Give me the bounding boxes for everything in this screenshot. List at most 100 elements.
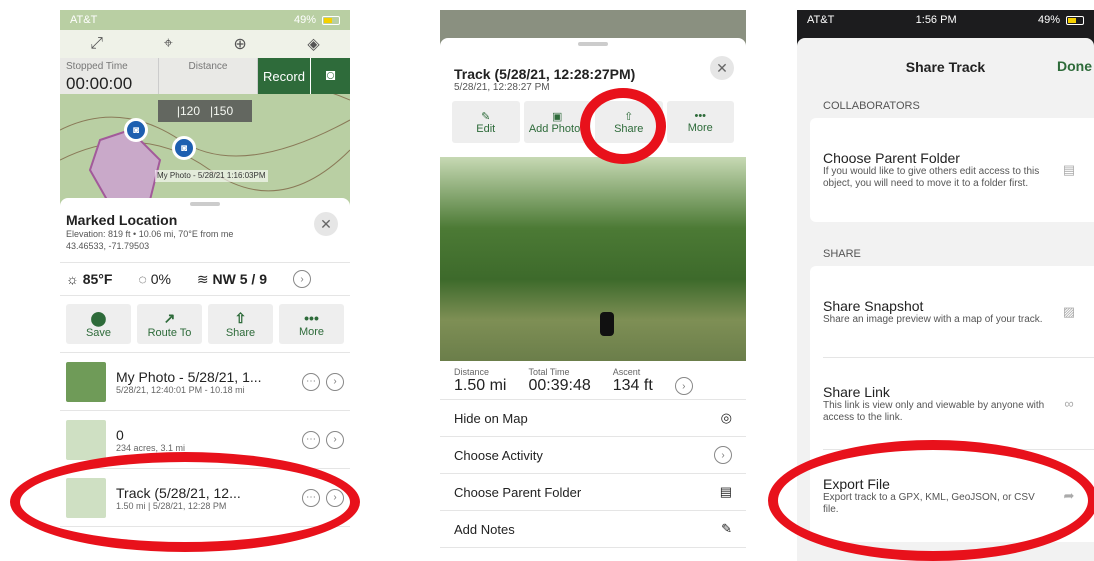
tracking-stats: Stopped Time 00:00:00 Distance Record ◙ xyxy=(60,58,350,94)
camera-button[interactable]: ◙ xyxy=(310,58,350,94)
distance-stat: Distance 1.50 mi xyxy=(454,367,506,395)
track-sheet: Track (5/28/21, 12:28:27PM) 5/28/21, 12:… xyxy=(440,38,746,561)
sheet-grabber[interactable] xyxy=(190,202,220,206)
scale-tick: |150 xyxy=(210,104,234,118)
action-label: More xyxy=(298,326,325,338)
temperature: ☼ 85°F xyxy=(66,271,113,287)
row-label: Hide on Map xyxy=(454,410,528,426)
weather-row[interactable]: ☼ 85°F ◌ 0% ≋ NW 5 / 9 › xyxy=(60,262,350,296)
hide-on-map-row[interactable]: Hide on Map ◎ xyxy=(440,400,746,437)
stat-label: Ascent xyxy=(612,367,641,377)
item-title: 0 xyxy=(116,426,124,443)
status-bar: AT&T 1:56 PM 49% xyxy=(797,10,1094,30)
page-title: Share Track xyxy=(905,59,986,75)
share-section-header: SHARE xyxy=(823,248,861,260)
option-desc: This link is view only and viewable by a… xyxy=(823,399,1045,423)
chevron-right-icon[interactable]: › xyxy=(326,488,344,507)
item-subtitle: 234 acres, 3.1 mi xyxy=(116,442,186,453)
photo-thumbnail xyxy=(66,361,106,402)
share-icon: ⇧ xyxy=(234,309,247,326)
ascent-stat: Ascent 134 ft xyxy=(613,367,653,395)
list-item[interactable]: Track (5/28/21, 12... 1.50 mi | 5/28/21, … xyxy=(60,469,350,527)
share-snapshot-option[interactable]: Share Snapshot Share an image preview wit… xyxy=(823,266,1094,358)
option-title: Choose Parent Folder xyxy=(823,150,960,166)
stat-label: Distance xyxy=(188,61,228,72)
share-link-option[interactable]: Share Link This link is view only and vie… xyxy=(823,358,1094,450)
stat-label: Stopped Time xyxy=(66,61,128,72)
area-thumbnail xyxy=(66,419,106,460)
add-notes-row[interactable]: Add Notes ✎ xyxy=(440,511,746,548)
list-item[interactable]: 0 234 acres, 3.1 mi ⋯ › xyxy=(60,411,350,469)
sheet-grabber[interactable] xyxy=(578,42,608,46)
battery-label: 49% xyxy=(1037,14,1060,26)
clock: 1:56 PM xyxy=(915,14,957,26)
screen-track-detail: Track (5/28/21, 12:28:27PM) 5/28/21, 12:… xyxy=(440,10,746,561)
more-button[interactable]: ••• More xyxy=(666,101,734,143)
close-icon[interactable]: ✕ xyxy=(314,212,338,236)
eye-icon: ◎ xyxy=(720,410,732,425)
battery-icon xyxy=(322,15,340,25)
option-title: Share Link xyxy=(823,383,890,400)
folder-icon: ▤ xyxy=(719,484,732,499)
screen-marked-location: AT&T 49% ⤢ ⌖ ⊕ ◈ Stopped Time 00:00:00 D… xyxy=(60,10,350,561)
action-label: Share xyxy=(225,326,256,339)
track-stats: Distance 1.50 mi Total Time 00:39:48 Ascen… xyxy=(440,361,746,400)
collaborators-group: Choose Parent Folder If you would like to… xyxy=(810,118,1094,222)
action-label: Save xyxy=(85,326,112,339)
record-button[interactable]: Record xyxy=(258,58,310,94)
stat-label: Distance xyxy=(454,367,490,377)
action-label: Add Photos xyxy=(528,122,586,135)
total-time-stat: Total Time 00:39:48 xyxy=(528,367,590,395)
row-label: Choose Parent Folder xyxy=(454,484,582,500)
choose-activity-row[interactable]: Choose Activity › xyxy=(440,437,746,474)
add-photos-button[interactable]: ▣ Add Photos xyxy=(523,101,591,143)
track-photo[interactable] xyxy=(440,157,746,361)
choose-parent-folder-row[interactable]: Choose Parent Folder ▤ xyxy=(440,474,746,511)
photo-pin-icon[interactable]: ◙ xyxy=(172,136,196,160)
close-icon[interactable]: ✕ xyxy=(710,56,734,80)
list-item[interactable]: My Photo - 5/28/21, 1... 5/28/21, 12:40:0… xyxy=(60,353,350,411)
chevron-right-icon[interactable]: › xyxy=(326,372,344,391)
map-toolbar: ⤢ ⌖ ⊕ ◈ xyxy=(60,30,350,58)
choose-parent-folder-option[interactable]: Choose Parent Folder If you would like to… xyxy=(823,118,1094,222)
location-actions: ⬤ Save ↗ Route To ⇧ Share ••• More xyxy=(60,296,350,353)
precipitation: ◌ 0% xyxy=(138,271,171,287)
ellipsis-icon[interactable]: ⋯ xyxy=(302,488,320,507)
done-button[interactable]: Done xyxy=(1057,58,1092,74)
action-label: Share xyxy=(614,122,644,135)
option-desc: If you would like to give others edit ac… xyxy=(823,166,1040,189)
route-to-button[interactable]: ↗ Route To xyxy=(137,304,202,344)
more-icon: ••• xyxy=(304,310,319,326)
share-button[interactable]: ⇧ Share xyxy=(208,304,273,344)
option-desc: Export track to a GPX, KML, GeoJSON, or … xyxy=(823,492,1035,515)
row-label: Add Notes xyxy=(454,521,515,537)
folder-icon: ▤ xyxy=(1062,162,1076,177)
share-button[interactable]: ⇧ Share xyxy=(595,101,663,143)
locate-icon[interactable]: ⌖ xyxy=(164,35,173,53)
expand-icon[interactable]: ⤢ xyxy=(90,35,103,53)
row-label: Choose Activity xyxy=(454,447,543,463)
ellipsis-icon[interactable]: ⋯ xyxy=(302,430,320,449)
map-view[interactable]: AT&T 49% ⤢ ⌖ ⊕ ◈ Stopped Time 00:00:00 D… xyxy=(60,10,350,210)
export-file-option[interactable]: Export File Export track to a GPX, KML, G… xyxy=(823,450,1094,542)
distance-stat: Distance xyxy=(159,58,258,94)
item-title: Track (5/28/21, 12... xyxy=(116,484,241,501)
chevron-right-icon[interactable]: › xyxy=(674,377,693,395)
layers-icon[interactable]: ◈ xyxy=(307,34,319,54)
more-button[interactable]: ••• More xyxy=(279,304,344,344)
edit-button[interactable]: ✎ Edit xyxy=(452,101,520,143)
location-coordinates: 43.46533, -71.79503 xyxy=(66,241,150,251)
location-elevation: Elevation: 819 ft • 10.06 mi, 70°E from … xyxy=(66,229,234,239)
share-header: Share Track Done xyxy=(797,38,1094,96)
item-subtitle: 1.50 mi | 5/28/21, 12:28 PM xyxy=(116,500,227,511)
chevron-right-icon[interactable]: › xyxy=(326,430,344,449)
photo-pin-icon[interactable]: ◙ xyxy=(124,118,148,142)
save-button[interactable]: ⬤ Save xyxy=(66,304,131,344)
track-date: 5/28/21, 12:28:27 PM xyxy=(454,82,550,93)
chevron-right-icon[interactable]: › xyxy=(293,270,312,288)
share-group: Share Snapshot Share an image preview wit… xyxy=(810,266,1094,542)
ellipsis-icon[interactable]: ⋯ xyxy=(302,372,320,391)
add-icon[interactable]: ⊕ xyxy=(233,34,246,54)
option-title: Export File xyxy=(823,476,890,492)
pencil-icon: ✎ xyxy=(721,521,732,536)
